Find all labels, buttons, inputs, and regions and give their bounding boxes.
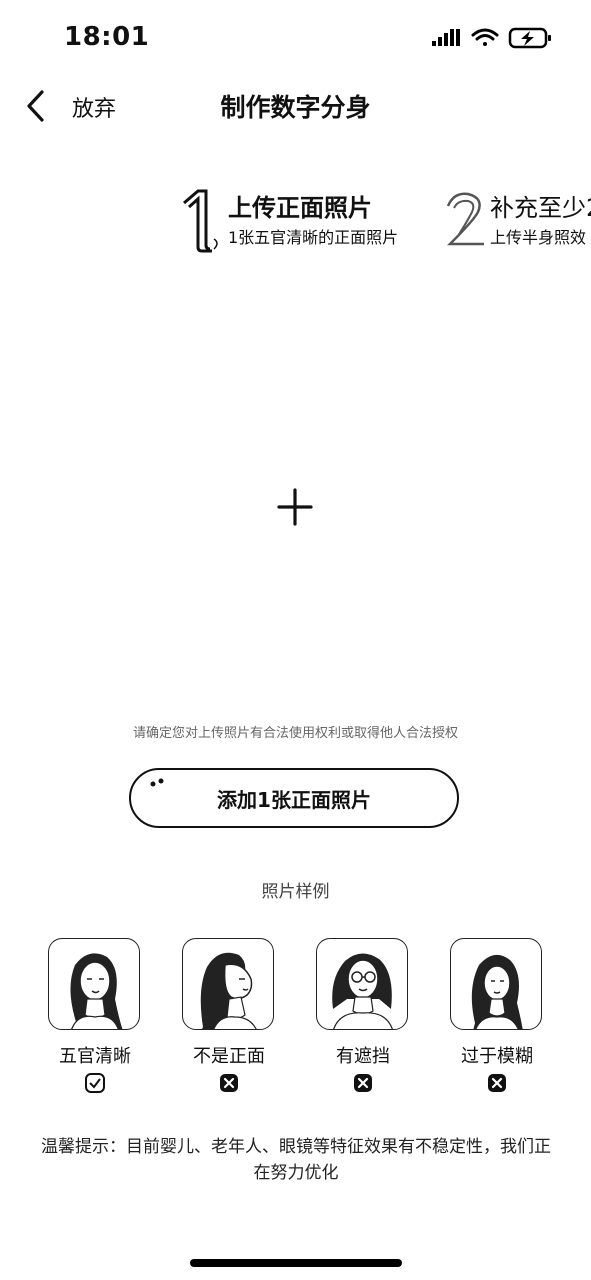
status-icons <box>432 27 551 49</box>
status-time: 18:01 <box>64 22 150 52</box>
example-label: 不是正面 <box>193 1046 265 1067</box>
step-2-title: 补充至少2 <box>490 194 591 222</box>
cross-icon <box>220 1074 238 1092</box>
signal-icon <box>432 29 460 46</box>
example-label: 过于模糊 <box>461 1046 533 1067</box>
add-front-photo-button[interactable]: 添加1张正面照片 <box>129 768 459 828</box>
portrait-thumbnail <box>48 938 140 1030</box>
portrait-thumbnail <box>316 938 408 1030</box>
page-title: 制作数字分身 <box>220 93 371 122</box>
example-label: 五官清晰 <box>59 1046 131 1067</box>
step-2-number-icon <box>446 192 484 246</box>
sparkle-dots-icon <box>150 778 164 787</box>
step-1-subtitle: 1张五官清晰的正面照片 <box>228 228 399 247</box>
example-card: 五官清晰 <box>48 938 142 1093</box>
wifi-icon <box>471 28 499 46</box>
check-icon <box>85 1073 105 1093</box>
example-card: 不是正面 <box>182 938 276 1092</box>
example-card: 有遮挡 <box>316 938 410 1092</box>
examples-heading: 照片样例 <box>261 882 330 902</box>
plus-icon[interactable] <box>276 487 314 527</box>
home-indicator[interactable] <box>190 1259 402 1267</box>
example-label: 有遮挡 <box>336 1046 390 1067</box>
tip-text: 温馨提示：目前婴儿、老年人、眼镜等特征效果有不稳定性，我们正在努力优化 <box>41 1137 551 1183</box>
add-front-photo-label: 添加1张正面照片 <box>217 787 371 812</box>
portrait-thumbnail <box>450 938 542 1030</box>
step-2-subtitle: 上传半身照效 <box>490 228 587 247</box>
battery-charging-icon <box>508 27 551 49</box>
example-card: 过于模糊 <box>450 938 544 1092</box>
step-1-number-icon <box>183 189 218 253</box>
legal-authorization-note: 请确定您对上传照片有合法使用权利或取得他人合法授权 <box>132 726 458 741</box>
cross-icon <box>488 1074 506 1092</box>
step-1-title: 上传正面照片 <box>228 194 372 222</box>
cross-icon <box>354 1074 372 1092</box>
portrait-thumbnail <box>182 938 274 1030</box>
